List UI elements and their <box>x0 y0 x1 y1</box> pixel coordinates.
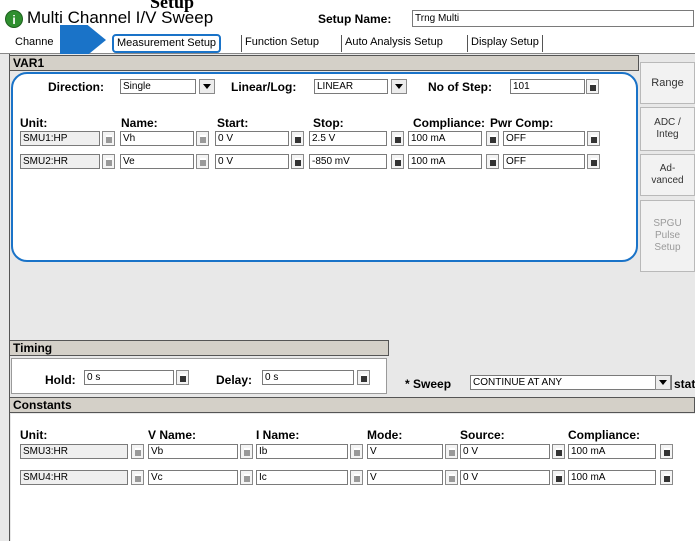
const-row2-compliance-calc-icon[interactable] <box>660 470 673 485</box>
var1-row1-start-calc-icon[interactable] <box>291 131 304 146</box>
var1-stop-header: Stop: <box>313 116 344 130</box>
const-row2-compliance[interactable]: 100 mA <box>568 470 656 485</box>
const-row1-compliance[interactable]: 100 mA <box>568 444 656 459</box>
const-row1-mode-calc-icon[interactable] <box>445 444 458 459</box>
advanced-button[interactable]: Ad-vanced <box>640 154 695 196</box>
no-of-step-calc-icon[interactable] <box>586 79 599 94</box>
var1-row2-stop-calc-icon[interactable] <box>391 154 404 169</box>
sweep-label: * Sweep <box>405 377 452 391</box>
hold-label: Hold: <box>45 373 76 387</box>
var1-start-header: Start: <box>217 116 249 130</box>
const-row2-iname-calc-icon[interactable] <box>350 470 363 485</box>
const-row1-unit: SMU3:HR <box>20 444 128 459</box>
var1-row2-name-calc-icon[interactable] <box>196 154 209 169</box>
hold-field[interactable]: 0 s <box>84 370 174 385</box>
const-unit-header: Unit: <box>20 428 48 442</box>
var1-row2-start[interactable]: 0 V <box>215 154 289 169</box>
var1-row1-name-calc-icon[interactable] <box>196 131 209 146</box>
var1-row1-compliance[interactable]: 100 mA <box>408 131 482 146</box>
linear-log-select[interactable]: LINEAR <box>314 79 388 94</box>
const-vname-header: V Name: <box>148 428 197 442</box>
const-row2-vname[interactable]: Vc <box>148 470 238 485</box>
delay-field[interactable]: 0 s <box>262 370 354 385</box>
const-row2-mode[interactable]: V <box>367 470 443 485</box>
var1-row1-name[interactable]: Vh <box>120 131 194 146</box>
const-row2-vname-calc-icon[interactable] <box>240 470 253 485</box>
const-row1-compliance-calc-icon[interactable] <box>660 444 673 459</box>
const-row1-vname[interactable]: Vb <box>148 444 238 459</box>
var1-row1-stop[interactable]: 2.5 V <box>309 131 387 146</box>
var1-row2-compliance-calc-icon[interactable] <box>486 154 499 169</box>
var1-name-header: Name: <box>121 116 158 130</box>
const-row2-mode-calc-icon[interactable] <box>445 470 458 485</box>
const-row1-mode[interactable]: V <box>367 444 443 459</box>
sweep-dropdown-icon[interactable] <box>655 375 671 390</box>
info-icon[interactable]: i <box>5 10 23 28</box>
adc-integ-button[interactable]: ADC / Integ <box>640 107 695 151</box>
const-row2-iname[interactable]: Ic <box>256 470 348 485</box>
range-button[interactable]: Range <box>640 62 695 104</box>
direction-select[interactable]: Single <box>120 79 196 94</box>
tab-function-setup[interactable]: Function Setup <box>241 35 322 52</box>
window-left-border <box>9 54 10 541</box>
delay-label: Delay: <box>216 373 253 387</box>
const-row2-source-calc-icon[interactable] <box>552 470 565 485</box>
linear-log-label: Linear/Log: <box>231 80 297 94</box>
var1-row2-name[interactable]: Ve <box>120 154 194 169</box>
timing-header: Timing <box>9 340 389 356</box>
const-row1-iname-calc-icon[interactable] <box>350 444 363 459</box>
setup-name-label: Setup Name: <box>318 12 392 26</box>
sweep-select[interactable]: CONTINUE AT ANY <box>470 375 672 390</box>
var1-row1-compliance-calc-icon[interactable] <box>486 131 499 146</box>
const-compliance-header: Compliance: <box>568 428 641 442</box>
const-source-header: Source: <box>460 428 505 442</box>
const-row1-source-calc-icon[interactable] <box>552 444 565 459</box>
const-row1-source[interactable]: 0 V <box>460 444 550 459</box>
var1-row1-pwr-comp[interactable]: OFF <box>503 131 585 146</box>
var1-row1-stop-calc-icon[interactable] <box>391 131 404 146</box>
const-row1-iname[interactable]: Ib <box>256 444 348 459</box>
var1-row2-start-calc-icon[interactable] <box>291 154 304 169</box>
const-row2-unit: SMU4:HR <box>20 470 128 485</box>
var1-row2-stop[interactable]: -850 mV <box>309 154 387 169</box>
var1-header: VAR1 <box>9 55 639 71</box>
status-label: status <box>674 377 695 391</box>
const-mode-header: Mode: <box>367 428 403 442</box>
no-of-step-field[interactable]: 101 <box>510 79 585 94</box>
const-row1-vname-calc-icon[interactable] <box>240 444 253 459</box>
var1-row1-start[interactable]: 0 V <box>215 131 289 146</box>
var1-unit-header: Unit: <box>20 116 48 130</box>
const-row2-source[interactable]: 0 V <box>460 470 550 485</box>
var1-row2-unit: SMU2:HR <box>20 154 100 169</box>
tab-display-setup[interactable]: Display Setup <box>467 35 543 52</box>
delay-calc-icon[interactable] <box>357 370 370 385</box>
var1-row1-pwr-comp-calc-icon[interactable] <box>587 131 600 146</box>
spgu-pulse-setup-button: SPGU Pulse Setup <box>640 200 695 272</box>
linear-log-dropdown-icon[interactable] <box>391 79 407 94</box>
direction-dropdown-icon[interactable] <box>199 79 215 94</box>
title-overlay-text: Setup <box>150 0 195 12</box>
var1-row1-unit: SMU1:HP <box>20 131 100 146</box>
tab-measurement-setup[interactable]: Measurement Setup <box>112 34 222 53</box>
var1-row2-unit-calc-icon[interactable] <box>102 154 115 169</box>
var1-row2-pwr-comp[interactable]: OFF <box>503 154 585 169</box>
hold-calc-icon[interactable] <box>176 370 189 385</box>
const-iname-header: I Name: <box>256 428 300 442</box>
var1-row1-unit-calc-icon[interactable] <box>102 131 115 146</box>
var1-pwr-comp-header: Pwr Comp: <box>490 116 554 130</box>
const-row1-unit-calc-icon[interactable] <box>131 444 144 459</box>
constants-header: Constants <box>9 397 695 413</box>
no-of-step-label: No of Step: <box>428 80 492 94</box>
tab-channel[interactable]: Channe <box>12 35 57 52</box>
setup-name-field[interactable]: Trng Multi <box>412 10 694 27</box>
var1-row2-compliance[interactable]: 100 mA <box>408 154 482 169</box>
var1-row2-pwr-comp-calc-icon[interactable] <box>587 154 600 169</box>
const-row2-unit-calc-icon[interactable] <box>131 470 144 485</box>
var1-compliance-header: Compliance: <box>413 116 486 130</box>
direction-label: Direction: <box>48 80 105 94</box>
tab-auto-analysis-setup[interactable]: Auto Analysis Setup <box>341 35 446 52</box>
